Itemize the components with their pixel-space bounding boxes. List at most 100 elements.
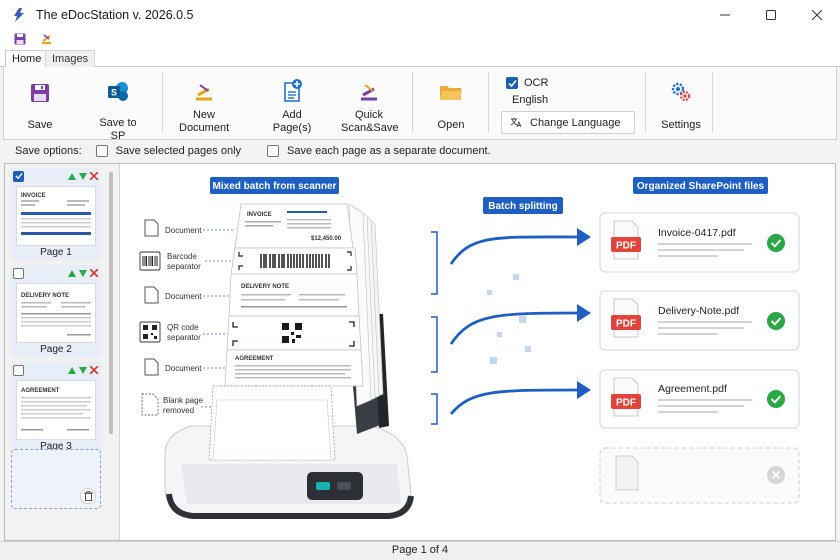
translate-icon — [510, 118, 522, 128]
thumbnail-panel: INVOICE Page 1 DELIVERY NOTE Page 2 AGRE… — [5, 164, 120, 540]
current-language: English — [512, 94, 549, 106]
add-pages-label: Add Page(s) — [272, 109, 312, 134]
thumbnail-checkbox[interactable] — [13, 267, 24, 279]
move-down-icon[interactable] — [79, 366, 87, 374]
title-bar: The eDocStation v. 2026.0.5 — [0, 0, 840, 30]
move-up-icon[interactable] — [68, 269, 76, 277]
gears-icon — [671, 82, 691, 102]
svg-text:S: S — [111, 88, 117, 98]
delete-page-icon[interactable] — [90, 269, 98, 277]
quick-save-icon[interactable] — [14, 33, 26, 45]
checkmark-icon — [507, 79, 517, 87]
thumbnail-heading: AGREEMENT — [21, 388, 60, 394]
ribbon-tabs: Home Images — [0, 48, 840, 68]
save-to-sp-button[interactable]: S Save to SP — [92, 75, 144, 143]
thumbnail-image: AGREEMENT — [16, 380, 96, 440]
move-down-icon[interactable] — [79, 269, 87, 277]
pdf-badge: PDF — [616, 319, 636, 330]
ribbon-separator — [412, 72, 413, 132]
thumbnail-checkbox[interactable] — [13, 364, 24, 376]
split-arrows — [431, 228, 591, 425]
document-preview: Mixed batch from scanner Batch splitting… — [121, 164, 835, 540]
checkmark-icon — [14, 172, 23, 180]
ribbon-home: Save S Save to SP New Document Add Page(… — [3, 67, 837, 143]
file-name: Agreement.pdf — [658, 383, 727, 395]
annotation-qr: QR code — [167, 323, 199, 332]
quick-scan-icon[interactable] — [40, 33, 53, 45]
tab-images[interactable]: Images — [45, 50, 96, 68]
stack-invoice-amount: $12,450.00 — [311, 236, 342, 242]
thumbnail-page-2[interactable]: DELIVERY NOTE Page 2 — [11, 265, 101, 357]
save-options-bar: Save options: Save selected pages only S… — [0, 140, 840, 162]
sharepoint-icon: S — [108, 82, 128, 101]
move-up-icon[interactable] — [68, 366, 76, 374]
success-check-icon — [767, 312, 785, 330]
close-icon — [812, 10, 822, 20]
pdf-badge: PDF — [616, 241, 636, 252]
file-card-delivery[interactable]: PDF Delivery-Note.pdf — [599, 290, 800, 351]
move-up-icon[interactable] — [68, 172, 76, 180]
add-pages-icon — [284, 79, 302, 102]
new-document-button[interactable]: New Document — [178, 75, 230, 135]
save-label: Save — [27, 119, 53, 131]
minimize-icon — [720, 14, 730, 16]
save-button[interactable]: Save — [22, 75, 58, 132]
annotation-blank-removed: removed — [163, 406, 194, 415]
tab-home[interactable]: Home — [5, 50, 49, 68]
minimize-button[interactable] — [702, 0, 748, 30]
trash-button[interactable] — [80, 488, 96, 504]
thumbnail-scrollbar[interactable] — [109, 172, 113, 434]
file-card-invoice[interactable]: PDF Invoice-0417.pdf — [599, 212, 800, 273]
new-document-label: New Document — [179, 109, 230, 134]
status-bar: Page 1 of 4 — [0, 541, 840, 560]
thumbnail-heading: DELIVERY NOTE — [21, 293, 69, 299]
add-pages-button[interactable]: Add Page(s) — [270, 75, 314, 135]
open-button[interactable]: Open — [434, 75, 468, 132]
save-selected-pages-checkbox[interactable] — [95, 145, 108, 157]
success-check-icon — [767, 234, 785, 252]
ribbon-separator — [712, 72, 713, 132]
page-indicator: Page 1 of 4 — [391, 544, 449, 556]
window-title: The eDocStation v. 2026.0.5 — [36, 8, 194, 22]
file-card-agreement[interactable]: PDF Agreement.pdf — [599, 369, 800, 429]
thumbnail-heading: INVOICE — [21, 193, 46, 199]
stack-annotations: Document Barcode separator Document QR c… — [139, 219, 233, 416]
settings-label: Settings — [661, 119, 701, 131]
change-language-button[interactable]: Change Language — [501, 111, 635, 134]
thumbnail-label: Page 1 — [40, 247, 72, 258]
thumbnail-checkbox[interactable] — [13, 170, 24, 182]
thumbnail-page-3[interactable]: AGREEMENT Page 3 — [11, 362, 101, 454]
ocr-label: OCR — [524, 77, 549, 89]
thumbnail-drop-zone[interactable] — [11, 449, 101, 509]
annotation-document: Document — [165, 292, 202, 301]
delete-page-icon[interactable] — [90, 366, 98, 374]
left-title: Mixed batch from scanner — [213, 181, 337, 192]
ocr-toggle[interactable]: OCR — [506, 77, 548, 89]
main-workspace: INVOICE Page 1 DELIVERY NOTE Page 2 AGRE… — [4, 163, 836, 541]
stack-agreement-heading: AGREEMENT — [235, 356, 274, 362]
save-icon — [31, 84, 49, 102]
stack-invoice-heading: INVOICE — [247, 212, 272, 218]
maximize-button[interactable] — [748, 0, 794, 30]
open-label: Open — [437, 119, 465, 131]
separate-document-checkbox[interactable] — [267, 145, 280, 157]
folder-icon — [440, 86, 462, 100]
ribbon-separator — [162, 72, 163, 132]
middle-title: Batch splitting — [488, 201, 557, 212]
thumbnail-page-1[interactable]: INVOICE Page 1 — [11, 168, 101, 260]
annotation-barcode: Barcode — [167, 252, 197, 261]
delete-page-icon[interactable] — [90, 172, 98, 180]
save-selected-pages-label: Save selected pages only — [115, 145, 242, 157]
quick-access-toolbar — [0, 30, 840, 48]
move-down-icon[interactable] — [79, 172, 87, 180]
change-language-label: Change Language — [530, 116, 621, 129]
settings-button[interactable]: Settings — [658, 75, 704, 132]
pdf-badge: PDF — [616, 398, 636, 409]
quick-scan-save-button[interactable]: Quick Scan&Save — [341, 75, 399, 135]
split-particles — [487, 274, 531, 364]
quick-scan-save-label: Quick Scan&Save — [341, 109, 399, 134]
ocr-checkbox[interactable] — [506, 77, 518, 89]
trash-icon — [83, 491, 93, 501]
stack-delivery-heading: DELIVERY NOTE — [241, 284, 289, 290]
close-button[interactable] — [794, 0, 840, 30]
